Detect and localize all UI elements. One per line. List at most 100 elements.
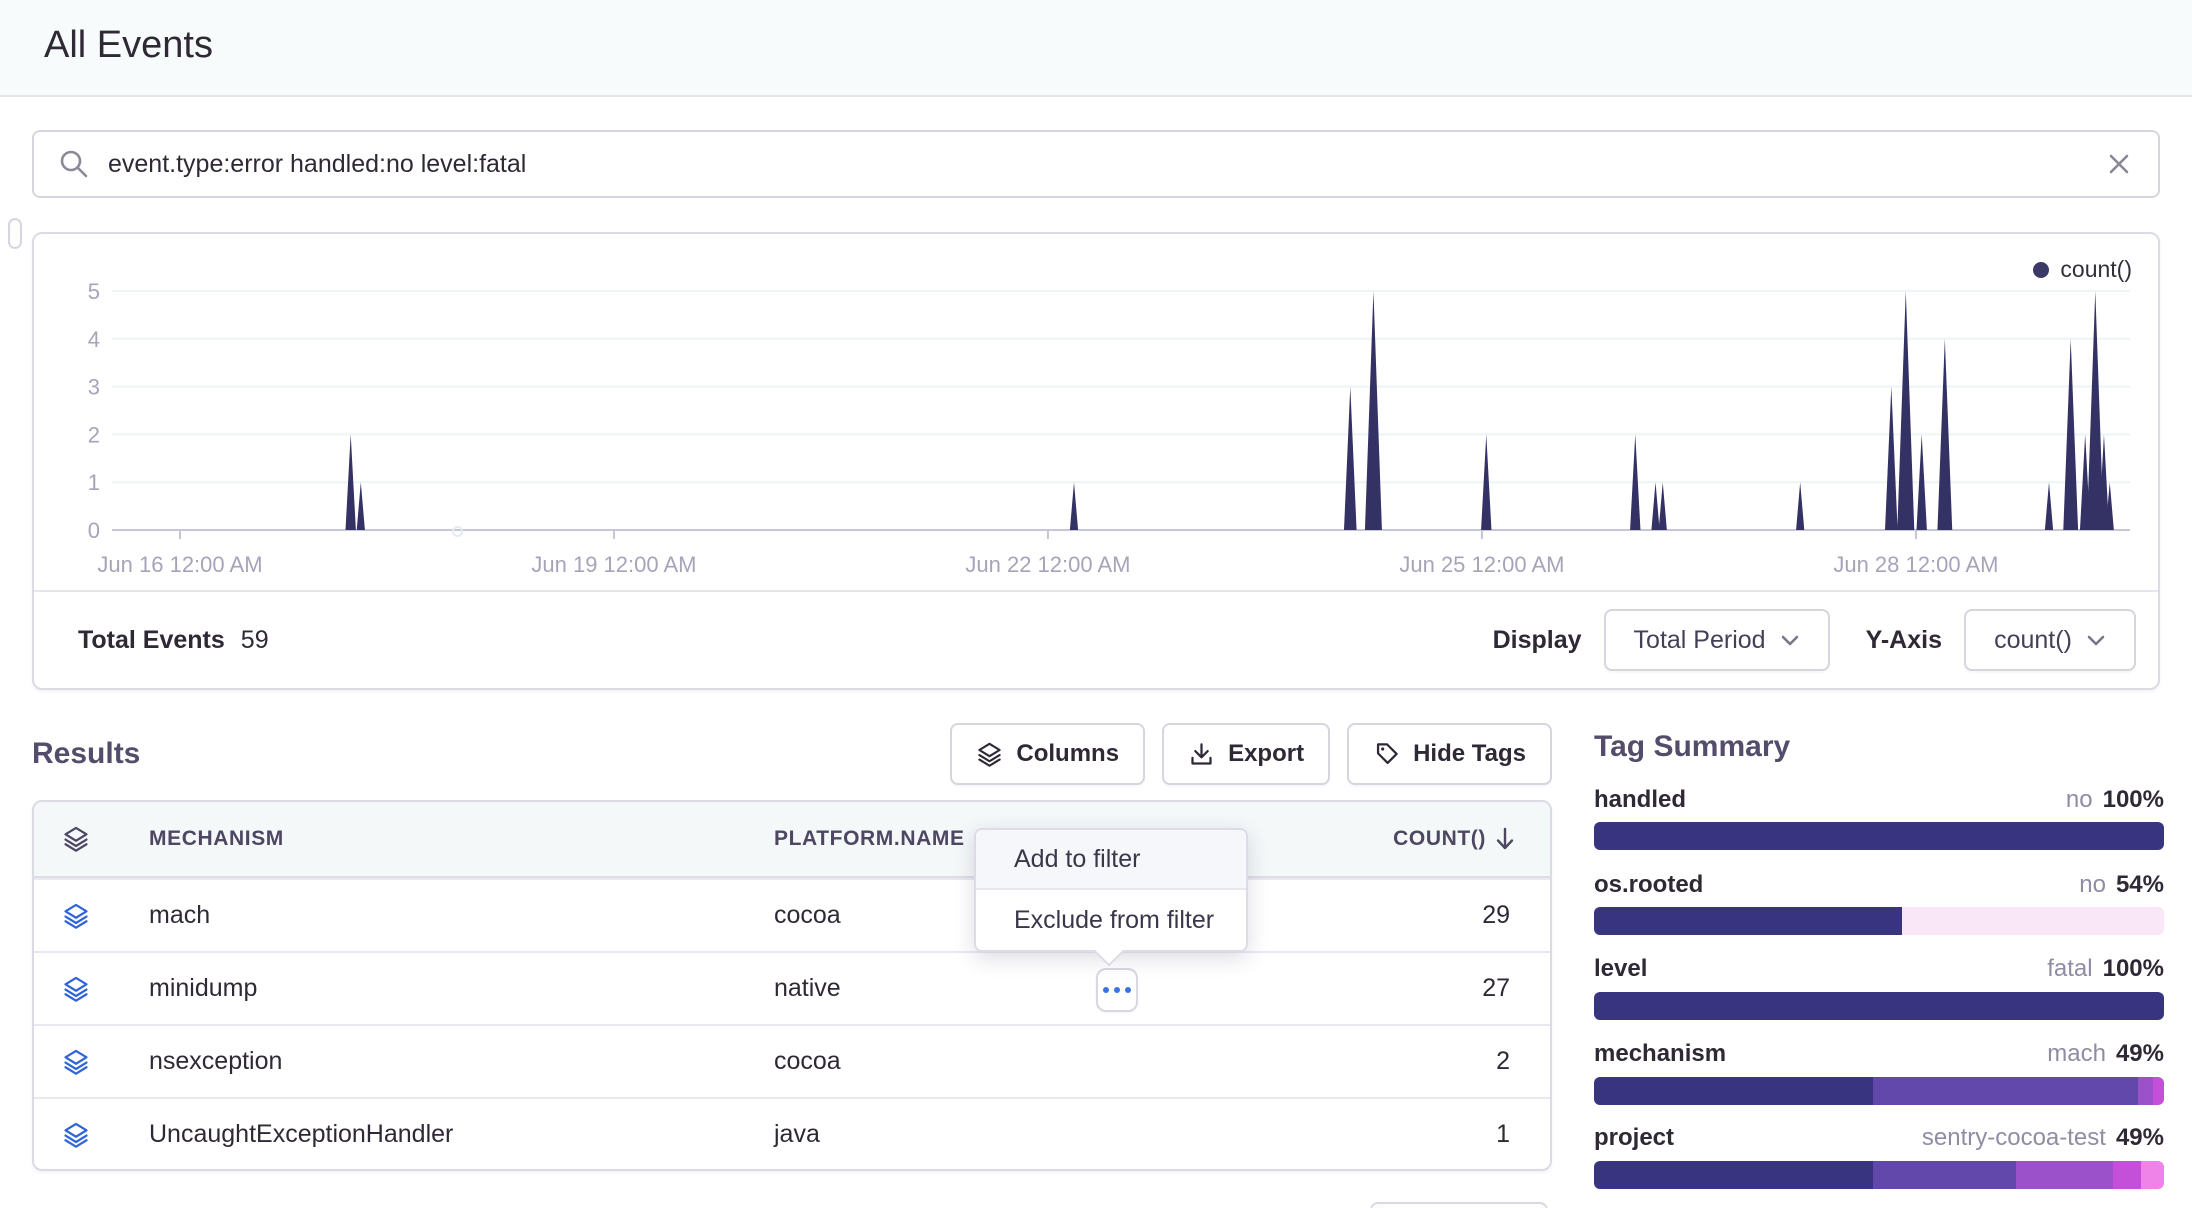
page-header: All Events xyxy=(0,0,2192,97)
pagination-button-cutoff[interactable] xyxy=(1370,1202,1548,1208)
chart-footer: Total Events 59 Display Total Period Y-A… xyxy=(34,590,2158,688)
cell-count[interactable]: 29 xyxy=(1262,901,1550,930)
events-chart-card: count() 012345Jun 16 12:00 AMJun 19 12:0… xyxy=(32,232,2160,690)
tag-item-os-rooted: os.rooted no 54% xyxy=(1594,871,2164,899)
tag-summary-heading: Tag Summary xyxy=(1594,730,2164,764)
tag-name: level xyxy=(1594,955,1647,983)
results-table: MECHANISM PLATFORM.NAME COUNT() mach co xyxy=(32,800,1552,1171)
cell-count[interactable]: 1 xyxy=(1262,1120,1550,1149)
cell-platform[interactable]: native xyxy=(742,974,1262,1003)
table-row: nsexception cocoa 2 xyxy=(34,1024,1550,1097)
sort-desc-arrow-icon xyxy=(1494,826,1516,852)
tag-bar-segment[interactable] xyxy=(1594,1077,1873,1105)
svg-text:0: 0 xyxy=(88,518,100,543)
cell-platform[interactable]: cocoa xyxy=(742,1047,1262,1076)
chevron-down-icon xyxy=(2086,633,2106,647)
clear-search-icon[interactable] xyxy=(2104,149,2134,179)
row-layers-icon xyxy=(34,902,117,930)
tag-bar-segment[interactable] xyxy=(1594,1161,1873,1189)
tag-bar-segment[interactable] xyxy=(2141,1161,2164,1189)
tag-summary-panel: Tag Summary handled no 100% os.rooted no… xyxy=(1594,730,2164,1200)
tag-bar-segment[interactable] xyxy=(2113,1161,2142,1189)
tag-bar-segment[interactable] xyxy=(1873,1077,2138,1105)
search-input[interactable] xyxy=(108,150,2104,179)
tag-bar-level[interactable] xyxy=(1594,992,2164,1020)
results-toolbar: Results Columns Export xyxy=(32,722,1552,786)
page-title: All Events xyxy=(44,24,213,67)
tag-top-pct: 100% xyxy=(2103,786,2164,814)
tag-bar-segment[interactable] xyxy=(1594,907,1902,935)
yaxis-dropdown[interactable]: count() xyxy=(1964,609,2136,671)
yaxis-label: Y-Axis xyxy=(1866,626,1942,655)
tag-item-mechanism: mechanism mach 49% xyxy=(1594,1040,2164,1068)
export-button[interactable]: Export xyxy=(1162,723,1330,785)
cell-platform[interactable]: java xyxy=(742,1120,1262,1149)
svg-text:Jun 16 12:00 AM: Jun 16 12:00 AM xyxy=(97,552,262,577)
svg-text:Jun 25 12:00 AM: Jun 25 12:00 AM xyxy=(1399,552,1564,577)
tag-top-pct: 54% xyxy=(2116,871,2164,899)
left-edge-handle xyxy=(8,218,22,249)
row-layers-icon xyxy=(34,1121,117,1149)
svg-text:5: 5 xyxy=(88,279,100,304)
tag-bar-segment[interactable] xyxy=(1594,822,2164,850)
column-header-count[interactable]: COUNT() xyxy=(1262,826,1550,852)
events-time-series-chart: 012345Jun 16 12:00 AMJun 19 12:00 AMJun … xyxy=(54,250,2142,590)
export-button-label: Export xyxy=(1228,740,1304,768)
tag-bar-segment[interactable] xyxy=(2138,1077,2152,1105)
tag-bar-mechanism[interactable] xyxy=(1594,1077,2164,1105)
cell-mechanism[interactable]: mach xyxy=(117,901,742,930)
tag-bar-segment[interactable] xyxy=(1594,992,2164,1020)
tag-bar-os-rooted[interactable] xyxy=(1594,907,2164,935)
chevron-down-icon xyxy=(1780,633,1800,647)
tag-top-value: no xyxy=(2079,871,2106,899)
columns-button[interactable]: Columns xyxy=(950,723,1145,785)
table-header-row: MECHANISM PLATFORM.NAME COUNT() xyxy=(34,802,1550,878)
svg-text:4: 4 xyxy=(88,327,100,352)
tag-top-value: fatal xyxy=(2047,955,2092,983)
cell-mechanism[interactable]: UncaughtExceptionHandler xyxy=(117,1120,742,1149)
hide-tags-button-label: Hide Tags xyxy=(1413,740,1526,768)
tag-name: mechanism xyxy=(1594,1040,1726,1068)
tag-bar-handled[interactable] xyxy=(1594,822,2164,850)
cell-actions-ellipsis-button[interactable] xyxy=(1096,968,1138,1012)
tag-bar-segment[interactable] xyxy=(2016,1161,2113,1189)
tag-top-value: no xyxy=(2066,786,2093,814)
column-header-count-label: COUNT() xyxy=(1393,827,1486,851)
menu-item-add-to-filter[interactable]: Add to filter xyxy=(976,830,1246,890)
total-events-value: 59 xyxy=(241,626,269,655)
layers-column-icon xyxy=(34,825,117,853)
tag-name: handled xyxy=(1594,786,1686,814)
layers-icon xyxy=(976,741,1003,768)
svg-text:Jun 19 12:00 AM: Jun 19 12:00 AM xyxy=(531,552,696,577)
tag-name: project xyxy=(1594,1124,1674,1152)
tag-top-value: mach xyxy=(2047,1040,2106,1068)
svg-text:1: 1 xyxy=(88,470,100,495)
tag-top-pct: 49% xyxy=(2116,1124,2164,1152)
search-bar[interactable] xyxy=(32,130,2160,198)
svg-text:3: 3 xyxy=(88,375,100,400)
cell-mechanism[interactable]: minidump xyxy=(117,974,742,1003)
tag-icon xyxy=(1373,741,1400,768)
display-dropdown-value: Total Period xyxy=(1634,626,1766,655)
table-row: minidump native 27 xyxy=(34,951,1550,1024)
hide-tags-button[interactable]: Hide Tags xyxy=(1347,723,1552,785)
svg-text:Jun 28 12:00 AM: Jun 28 12:00 AM xyxy=(1833,552,1998,577)
tag-bar-project[interactable] xyxy=(1594,1161,2164,1189)
cell-mechanism[interactable]: nsexception xyxy=(117,1047,742,1076)
tag-bar-segment[interactable] xyxy=(2153,1077,2164,1105)
tag-bar-segment[interactable] xyxy=(1902,907,2164,935)
tag-bar-segment[interactable] xyxy=(1873,1161,2016,1189)
display-dropdown[interactable]: Total Period xyxy=(1604,609,1830,671)
svg-text:Jun 22 12:00 AM: Jun 22 12:00 AM xyxy=(965,552,1130,577)
total-events-label: Total Events xyxy=(78,626,225,655)
cell-count[interactable]: 27 xyxy=(1262,974,1550,1003)
columns-button-label: Columns xyxy=(1016,740,1119,768)
column-header-mechanism[interactable]: MECHANISM xyxy=(117,827,742,851)
row-layers-icon xyxy=(34,975,117,1003)
ellipsis-dot xyxy=(1103,987,1109,993)
row-layers-icon xyxy=(34,1048,117,1076)
cell-count[interactable]: 2 xyxy=(1262,1047,1550,1076)
table-row: UncaughtExceptionHandler java 1 xyxy=(34,1097,1550,1170)
tag-name: os.rooted xyxy=(1594,871,1703,899)
download-icon xyxy=(1188,741,1215,768)
